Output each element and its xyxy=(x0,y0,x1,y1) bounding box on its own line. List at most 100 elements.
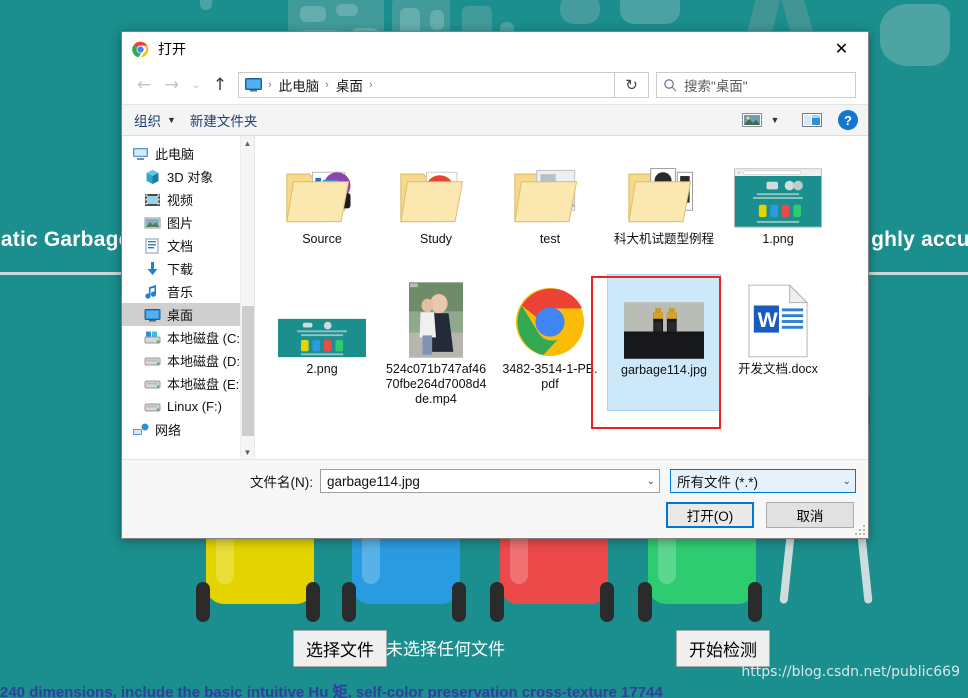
chevron-down-icon[interactable]: ⌄ xyxy=(843,476,851,487)
headline-rule-right xyxy=(858,272,968,275)
sidebar-item-label: Linux (F:) xyxy=(167,399,222,414)
cancel-button[interactable]: 取消 xyxy=(766,502,854,528)
drive-icon xyxy=(144,376,161,392)
scroll-up-icon[interactable]: ▲ xyxy=(241,136,254,150)
search-input[interactable]: 搜索"桌面" xyxy=(656,72,856,98)
sidebar-scrollbar[interactable]: ▲ ▼ xyxy=(240,136,254,459)
page-headline-right: ghly accura xyxy=(871,228,968,251)
file-item[interactable]: R Source xyxy=(265,144,379,274)
back-icon[interactable]: ← xyxy=(130,72,158,98)
webpage-banner-thumb xyxy=(267,280,377,358)
start-detect-button[interactable]: 开始检测 xyxy=(676,630,770,667)
file-name-label: 524c071b747af4670fbe264d7008d4de.mp4 xyxy=(385,362,487,406)
sidebar-item-3[interactable]: 图片 xyxy=(122,211,254,234)
folder-book-thumb xyxy=(609,150,719,228)
recent-locations-icon[interactable]: ⌄ xyxy=(186,72,206,98)
sidebar-item-0[interactable]: 此电脑 xyxy=(122,142,254,165)
sidebar-item-7[interactable]: 桌面 xyxy=(122,303,254,326)
music-icon xyxy=(144,284,161,300)
dialog-form-area: 文件名(N): garbage114.jpg ⌄ 所有文件 (*.*) ⌄ 打开… xyxy=(122,459,868,538)
desktop-icon xyxy=(245,78,262,92)
close-icon[interactable]: ✕ xyxy=(819,34,864,64)
file-name-label: 2.png xyxy=(306,362,338,376)
file-name-label: test xyxy=(539,232,561,246)
navigation-sidebar[interactable]: 此电脑 3D 对象 视频 图片文档下载音乐桌面本地磁盘 (C:) 本地磁盘 (D:) 本地… xyxy=(122,136,255,459)
navigation-bar: ← → ⌄ ↑ › 此电脑 › 桌面 › ↻ 搜索"桌面" xyxy=(122,66,868,104)
page-headline-left: matic Garbage xyxy=(0,228,131,251)
file-type-filter-value: 所有文件 (*.*) xyxy=(677,475,758,490)
new-folder-button[interactable]: 新建文件夹 xyxy=(188,110,270,130)
search-icon xyxy=(663,78,677,92)
preview-pane-icon[interactable] xyxy=(798,108,826,132)
dialog-title: 打开 xyxy=(158,41,186,57)
headline-rule-left xyxy=(0,272,130,275)
breadcrumb[interactable]: › 此电脑 › 桌面 › xyxy=(238,72,615,98)
file-item[interactable]: garbage114.jpg xyxy=(607,274,721,411)
file-item[interactable]: 1.png xyxy=(721,144,835,274)
file-name-label: Source xyxy=(302,232,342,246)
breadcrumb-sep: › xyxy=(268,79,272,91)
desktop-icon xyxy=(144,307,161,323)
sidebar-item-11[interactable]: Linux (F:) xyxy=(122,395,254,418)
sidebar-item-2[interactable]: 视频 xyxy=(122,188,254,211)
sidebar-item-8[interactable]: 本地磁盘 (C:) xyxy=(122,326,254,349)
sidebar-item-label: 桌面 xyxy=(167,308,194,323)
sidebar-item-label: 文档 xyxy=(167,239,194,254)
view-options-icon[interactable] xyxy=(738,108,766,132)
sidebar-item-5[interactable]: 下载 xyxy=(122,257,254,280)
forward-icon[interactable]: → xyxy=(158,72,186,98)
file-name-label: 科大机试题型例程 xyxy=(613,232,714,246)
file-item[interactable]: W 开发文档.docx xyxy=(721,274,835,411)
sidebar-item-label: 本地磁盘 (C:) xyxy=(167,331,245,346)
chevron-down-icon[interactable]: ⌄ xyxy=(647,476,655,487)
file-item[interactable]: test xyxy=(493,144,607,274)
file-list-pane[interactable]: R Source Study test 科大机试题型例程 1.png 2.png 524c07… xyxy=(255,136,868,459)
new-folder-label: 新建文件夹 xyxy=(189,114,258,129)
documents-icon xyxy=(144,238,161,254)
sidebar-item-1[interactable]: 3D 对象 xyxy=(122,165,254,188)
sidebar-item-9[interactable]: 本地磁盘 (D:) xyxy=(122,349,254,372)
sidebar-item-label: 本地磁盘 (D:) xyxy=(167,354,245,369)
filename-input[interactable]: garbage114.jpg ⌄ xyxy=(320,469,660,493)
batteries-photo-thumb xyxy=(610,281,718,359)
file-type-filter-select[interactable]: 所有文件 (*.*) ⌄ xyxy=(670,469,856,493)
up-icon[interactable]: ↑ xyxy=(206,72,234,98)
file-item[interactable]: 2.png xyxy=(265,274,379,411)
system-drive-icon xyxy=(144,330,161,346)
choose-file-button[interactable]: 选择文件 xyxy=(293,630,387,667)
webpage-screenshot-thumb xyxy=(723,150,833,228)
organize-button[interactable]: 组织 ▼ xyxy=(132,110,188,130)
file-open-dialog[interactable]: 打开 ✕ ← → ⌄ ↑ › 此电脑 › 桌面 › ↻ 搜索"桌面" 组织 ▼ … xyxy=(121,31,869,539)
file-item[interactable]: Study xyxy=(379,144,493,274)
breadcrumb-item-desktop[interactable]: 桌面 xyxy=(333,75,366,95)
sidebar-item-4[interactable]: 文档 xyxy=(122,234,254,257)
file-item[interactable]: 科大机试题型例程 xyxy=(607,144,721,274)
sidebar-item-10[interactable]: 本地磁盘 (E:) xyxy=(122,372,254,395)
computer-icon xyxy=(132,146,149,162)
sidebar-item-12[interactable]: 网络 xyxy=(122,418,254,441)
downloads-icon xyxy=(144,261,161,277)
scrollbar-thumb[interactable] xyxy=(242,306,254,436)
resize-grip[interactable] xyxy=(854,524,865,535)
no-file-selected-text: 未选择任何文件 xyxy=(386,640,505,659)
scroll-down-icon[interactable]: ▼ xyxy=(241,445,254,459)
help-icon[interactable]: ? xyxy=(838,110,858,130)
breadcrumb-item-computer[interactable]: 此电脑 xyxy=(276,75,323,95)
filename-label: 文件名(N): xyxy=(250,475,313,490)
video-frame-thumb xyxy=(381,280,491,358)
filename-value: garbage114.jpg xyxy=(327,473,420,489)
sidebar-item-label: 此电脑 xyxy=(155,147,195,162)
breadcrumb-sep: › xyxy=(368,79,373,91)
3d-objects-icon xyxy=(144,169,161,185)
chrome-icon xyxy=(132,41,149,58)
refresh-icon[interactable]: ↻ xyxy=(615,72,649,98)
view-dropdown-icon[interactable]: ▼ xyxy=(766,108,784,132)
search-placeholder: 搜索"桌面" xyxy=(684,79,748,94)
file-item[interactable]: 3482-3514-1-PB.pdf xyxy=(493,274,607,411)
file-item[interactable]: 524c071b747af4670fbe264d7008d4de.mp4 xyxy=(379,274,493,411)
network-icon xyxy=(132,422,149,438)
sidebar-item-label: 本地磁盘 (E:) xyxy=(167,377,244,392)
open-button[interactable]: 打开(O) xyxy=(666,502,754,528)
sidebar-item-label: 下载 xyxy=(167,262,194,277)
sidebar-item-6[interactable]: 音乐 xyxy=(122,280,254,303)
